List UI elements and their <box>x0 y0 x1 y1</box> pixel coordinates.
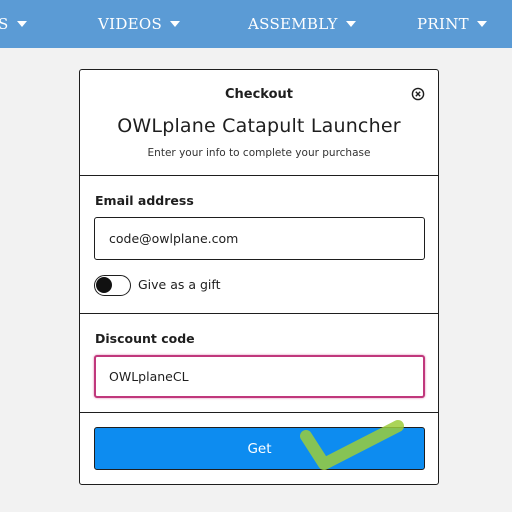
divider <box>80 313 438 314</box>
divider <box>80 175 438 176</box>
nav-item-label: ASSEMBLY <box>248 15 338 33</box>
product-title: OWLplane Catapult Launcher <box>117 115 401 137</box>
top-navigation-bar: S VIDEOS ASSEMBLY PRINT <box>0 0 512 48</box>
nav-item-label: VIDEOS <box>98 15 163 33</box>
divider <box>80 412 438 413</box>
discount-label: Discount code <box>95 331 195 346</box>
close-icon[interactable] <box>411 87 425 101</box>
checkout-subtitle: Enter your info to complete your purchas… <box>147 147 371 159</box>
nav-item-print[interactable]: PRINT <box>417 14 487 34</box>
nav-item-label: PRINT <box>417 15 469 33</box>
chevron-down-icon <box>476 21 487 27</box>
checkout-modal: Checkout OWLplane Catapult Launcher Ente… <box>79 69 439 485</box>
checkout-heading: Checkout <box>224 87 293 102</box>
discount-code-field[interactable] <box>94 355 425 398</box>
nav-item-videos[interactable]: VIDEOS <box>98 14 181 34</box>
get-button[interactable]: Get <box>94 427 425 470</box>
chevron-down-icon <box>170 21 181 27</box>
gift-label: Give as a gift <box>138 277 221 292</box>
nav-item-assembly[interactable]: ASSEMBLY <box>248 14 356 34</box>
chevron-down-icon <box>345 21 356 27</box>
toggle-knob <box>96 277 112 293</box>
chevron-down-icon <box>16 21 27 27</box>
checkout-header: Checkout OWLplane Catapult Launcher Ente… <box>80 70 438 175</box>
nav-item-s[interactable]: S <box>0 14 27 34</box>
nav-item-label: S <box>0 15 9 33</box>
email-label: Email address <box>95 193 194 208</box>
email-field[interactable] <box>94 217 425 260</box>
gift-toggle[interactable] <box>94 275 131 296</box>
